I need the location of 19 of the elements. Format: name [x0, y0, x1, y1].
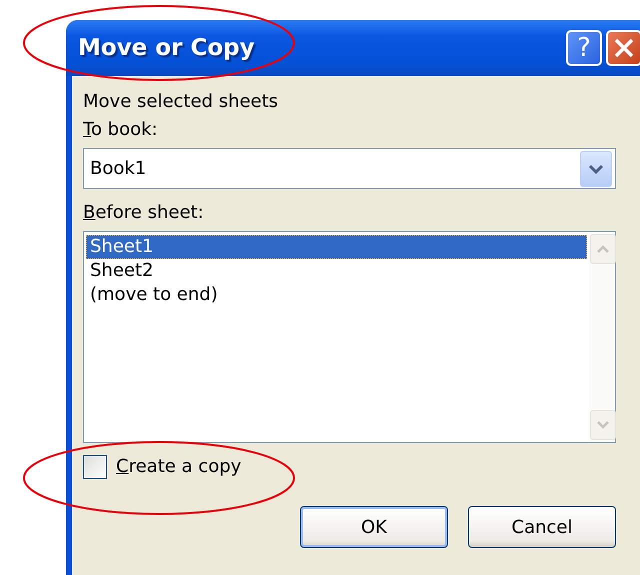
ok-button[interactable]: OK: [300, 506, 448, 548]
close-button[interactable]: [606, 30, 640, 66]
window-title: Move or Copy: [78, 35, 256, 61]
book-dropdown[interactable]: Book1: [83, 148, 616, 189]
before-sheet-label: Before sheet:: [83, 201, 205, 225]
help-button[interactable]: ?: [566, 30, 602, 66]
sheet-list-item[interactable]: Sheet2: [86, 259, 587, 283]
sheet-list-item[interactable]: Sheet1: [86, 235, 587, 259]
to-book-label: To book:: [83, 118, 159, 142]
cancel-button[interactable]: Cancel: [468, 506, 616, 548]
create-copy-label: Create a copy: [116, 455, 242, 479]
close-icon: [613, 37, 635, 59]
create-copy-checkbox[interactable]: [83, 455, 107, 479]
chevron-down-icon: [588, 164, 604, 174]
sheet-list-item[interactable]: (move to end): [86, 283, 587, 307]
chevron-up-icon: [596, 245, 610, 253]
chevron-down-icon: [596, 421, 610, 429]
heading-text: Move selected sheets: [83, 90, 280, 114]
dropdown-button[interactable]: [580, 150, 612, 186]
